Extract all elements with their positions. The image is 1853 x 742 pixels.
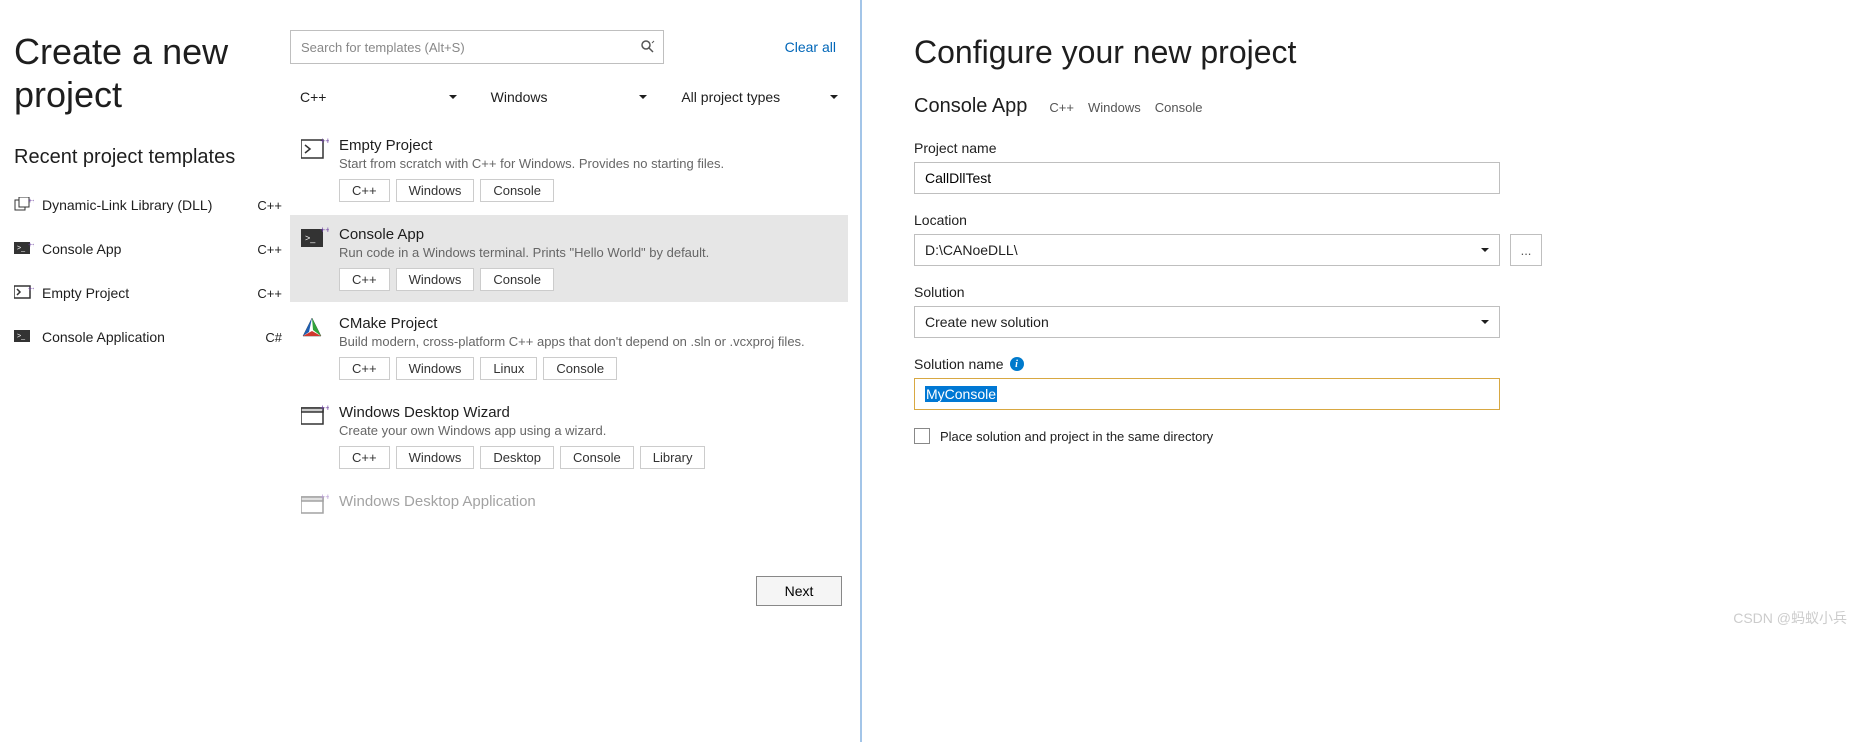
page-title: Create a new project — [14, 30, 274, 116]
search-input[interactable] — [290, 30, 664, 64]
search-icon — [640, 39, 656, 55]
recent-item-label: Dynamic-Link Library (DLL) — [42, 197, 241, 214]
svg-text:++: ++ — [28, 198, 34, 205]
filter-value: Windows — [491, 89, 548, 105]
console-icon: >_++ — [14, 239, 34, 259]
same-directory-label: Place solution and project in the same d… — [940, 429, 1213, 444]
clear-all-link[interactable]: Clear all — [785, 39, 836, 55]
console-icon: >_ ++ — [301, 226, 329, 254]
solution-name-value: MyConsole — [925, 386, 997, 402]
tag: Library — [640, 446, 706, 469]
project-type-filter[interactable]: All project types — [671, 82, 848, 112]
template-desc: Build modern, cross-platform C++ apps th… — [339, 334, 835, 349]
tag: Linux — [480, 357, 537, 380]
template-title: Windows Desktop Application — [339, 493, 835, 510]
recent-item-lang: C++ — [249, 240, 290, 259]
template-desc: Create your own Windows app using a wiza… — [339, 423, 835, 438]
tag: Console — [480, 179, 554, 202]
cmake-icon — [301, 315, 329, 343]
template-desc: Run code in a Windows terminal. Prints "… — [339, 245, 835, 260]
tag: Windows — [396, 268, 475, 291]
location-value: D:\CANoeDLL\ — [925, 242, 1018, 258]
configure-title: Configure your new project — [914, 34, 1813, 71]
recent-templates-list: ++ Dynamic-Link Library (DLL) C++ >_++ C… — [14, 185, 290, 357]
solution-value: Create new solution — [925, 314, 1049, 330]
solution-name-input[interactable]: MyConsole — [914, 378, 1500, 410]
template-title: Console App — [339, 226, 835, 243]
template-title: Empty Project — [339, 137, 835, 154]
project-name-input[interactable] — [914, 162, 1500, 194]
tag: Console — [560, 446, 634, 469]
svg-text:++: ++ — [28, 242, 34, 249]
filter-value: All project types — [681, 89, 780, 105]
svg-text:++: ++ — [320, 404, 329, 413]
location-input[interactable]: D:\CANoeDLL\ — [914, 234, 1500, 266]
tag: Console — [1155, 100, 1203, 115]
language-filter[interactable]: C++ — [290, 82, 467, 112]
svg-text:++: ++ — [320, 137, 329, 146]
svg-text:>_: >_ — [17, 245, 25, 252]
next-button[interactable]: Next — [756, 576, 842, 606]
recent-item-console-application[interactable]: >_ Console Application C# — [14, 317, 290, 357]
empty-project-icon: ++ — [301, 137, 329, 165]
svg-text:>_: >_ — [305, 233, 316, 243]
console-icon: >_ — [14, 327, 34, 347]
info-icon[interactable]: i — [1010, 357, 1024, 371]
svg-text:>_: >_ — [17, 333, 25, 340]
tag: Console — [543, 357, 617, 380]
solution-name-label: Solution name — [914, 356, 1004, 372]
tag: C++ — [1049, 100, 1074, 115]
svg-text:++: ++ — [320, 493, 329, 502]
template-list: ++ Empty Project Start from scratch with… — [290, 126, 848, 532]
template-empty-project[interactable]: ++ Empty Project Start from scratch with… — [290, 126, 848, 213]
template-cmake-project[interactable]: CMake Project Build modern, cross-platfo… — [290, 304, 848, 391]
recent-templates-heading: Recent project templates — [14, 146, 290, 169]
tag: Console — [480, 268, 554, 291]
dll-icon: ++ — [14, 195, 34, 215]
template-console-app[interactable]: >_ ++ Console App Run code in a Windows t… — [290, 215, 848, 302]
create-project-panel: Create a new project Recent project temp… — [0, 0, 862, 742]
selected-template-name: Console App — [914, 95, 1027, 118]
template-desktop-application[interactable]: ++ Windows Desktop Application — [290, 482, 848, 532]
template-desc: Start from scratch with C++ for Windows.… — [339, 156, 835, 171]
recent-item-label: Empty Project — [42, 285, 241, 302]
tag: Windows — [396, 179, 475, 202]
platform-filter[interactable]: Windows — [481, 82, 658, 112]
svg-text:++: ++ — [320, 226, 329, 235]
empty-project-icon: ++ — [14, 283, 34, 303]
template-title: CMake Project — [339, 315, 835, 332]
template-title: Windows Desktop Wizard — [339, 404, 835, 421]
browse-button[interactable]: ... — [1510, 234, 1542, 266]
recent-item-label: Console Application — [42, 329, 249, 346]
search-box — [290, 30, 664, 64]
recent-item-lang: C# — [257, 328, 290, 347]
tag: C++ — [339, 357, 390, 380]
tag: C++ — [339, 268, 390, 291]
tag: Windows — [396, 446, 475, 469]
desktop-app-icon: ++ — [301, 493, 329, 521]
recent-item-label: Console App — [42, 241, 241, 258]
recent-item-lang: C++ — [249, 196, 290, 215]
recent-item-empty-project[interactable]: ++ Empty Project C++ — [14, 273, 290, 313]
project-name-label: Project name — [914, 140, 1813, 156]
tag: Windows — [396, 357, 475, 380]
solution-select[interactable]: Create new solution — [914, 306, 1500, 338]
recent-item-dll[interactable]: ++ Dynamic-Link Library (DLL) C++ — [14, 185, 290, 225]
desktop-wizard-icon: ++ — [301, 404, 329, 432]
same-directory-checkbox[interactable] — [914, 428, 930, 444]
template-desktop-wizard[interactable]: ++ Windows Desktop Wizard Create your ow… — [290, 393, 848, 480]
recent-item-console-app[interactable]: >_++ Console App C++ — [14, 229, 290, 269]
watermark: CSDN @蚂蚁小兵 — [1733, 608, 1847, 628]
solution-label: Solution — [914, 284, 1813, 300]
tag: Windows — [1088, 100, 1141, 115]
recent-item-lang: C++ — [249, 284, 290, 303]
filter-value: C++ — [300, 89, 326, 105]
tag: C++ — [339, 446, 390, 469]
tag: C++ — [339, 179, 390, 202]
svg-text:++: ++ — [28, 286, 34, 293]
configure-project-panel: Configure your new project Console App C… — [862, 0, 1853, 742]
location-label: Location — [914, 212, 1813, 228]
tag: Desktop — [480, 446, 554, 469]
